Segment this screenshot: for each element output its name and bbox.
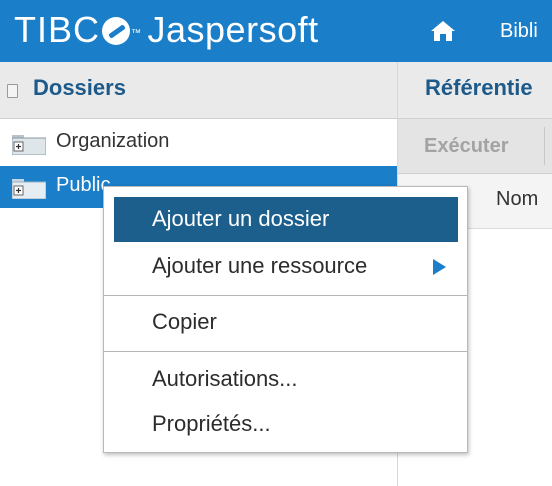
- menu-item-permissions[interactable]: Autorisations...: [114, 357, 458, 402]
- nav-library-link[interactable]: Bibli: [500, 16, 538, 46]
- toolbar-divider: [544, 127, 545, 165]
- top-bar: TIBC ™ Jaspersoft Bibli: [0, 0, 552, 62]
- folders-panel-header: Dossiers: [0, 62, 397, 119]
- menu-separator: [104, 295, 467, 296]
- run-button[interactable]: Exécuter: [410, 119, 540, 173]
- folder-collapsed-icon[interactable]: [12, 135, 46, 155]
- logo-trademark: ™: [131, 28, 142, 39]
- menu-item-label: Ajouter un dossier: [152, 206, 330, 231]
- menu-item-label: Copier: [152, 309, 217, 334]
- folder-collapsed-icon[interactable]: [12, 179, 46, 199]
- menu-item-label: Autorisations...: [152, 366, 298, 391]
- column-header-name[interactable]: Nom: [496, 188, 538, 211]
- tibco-jaspersoft-logo[interactable]: TIBC ™ Jaspersoft: [14, 8, 319, 52]
- tibco-disc-icon: [102, 17, 131, 45]
- repository-panel-header: Référentie: [398, 62, 552, 119]
- menu-item-copy[interactable]: Copier: [114, 300, 458, 345]
- menu-item-add-resource[interactable]: Ajouter une ressource: [114, 244, 458, 289]
- menu-separator: [104, 351, 467, 352]
- repository-panel-title: Référentie: [425, 75, 533, 100]
- menu-item-label: Propriétés...: [152, 411, 271, 436]
- folder-context-menu: Ajouter un dossier Ajouter une ressource…: [103, 186, 468, 453]
- panel-collapse-icon[interactable]: [7, 84, 18, 98]
- submenu-arrow-icon: [433, 259, 446, 275]
- menu-item-properties[interactable]: Propriétés...: [114, 402, 458, 447]
- tree-item-organization[interactable]: Organization: [0, 122, 397, 164]
- home-icon[interactable]: [430, 20, 456, 42]
- menu-item-add-folder[interactable]: Ajouter un dossier: [114, 197, 458, 242]
- tree-item-label: Organization: [56, 130, 170, 152]
- folders-panel-title: Dossiers: [33, 75, 126, 100]
- logo-tibco-text: TIBC: [14, 9, 101, 50]
- logo-product-text: Jaspersoft: [147, 9, 319, 50]
- repository-toolbar: Exécuter: [398, 119, 552, 174]
- menu-item-label: Ajouter une ressource: [152, 253, 368, 278]
